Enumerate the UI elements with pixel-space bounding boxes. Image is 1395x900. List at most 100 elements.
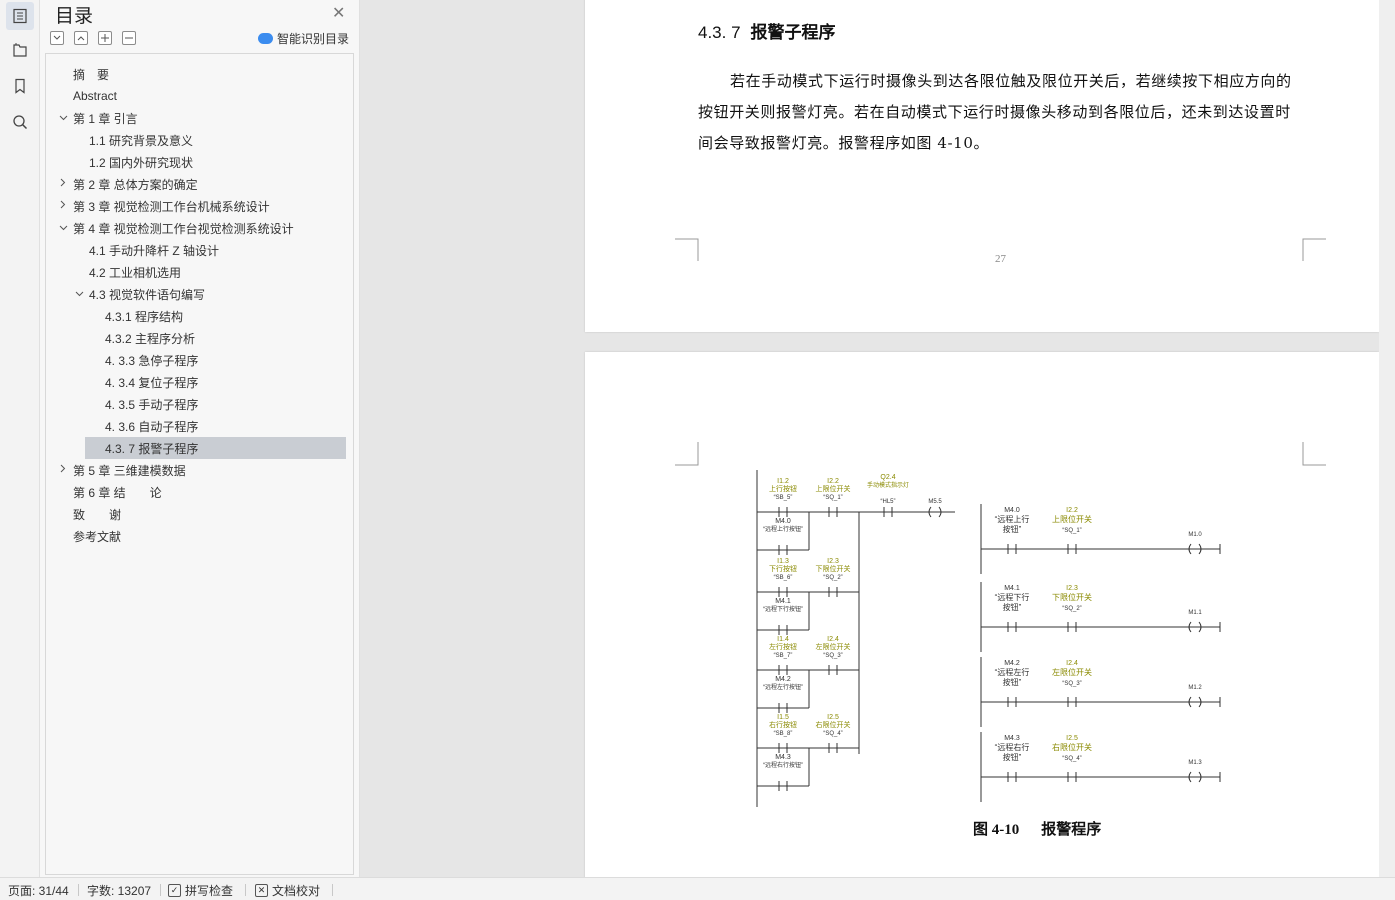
- outline-icon[interactable]: [6, 36, 34, 64]
- toc-item[interactable]: 4. 3.6 自动子程序: [105, 415, 198, 437]
- toc-item[interactable]: 4.2 工业相机选用: [89, 261, 181, 283]
- check-icon: ✓: [168, 884, 181, 897]
- toc-panel: 目录 ✕ 智能识别目录 摘 要 Abstract 第 1 章 引言 1.1 研究背景及…: [40, 0, 360, 877]
- toc-item[interactable]: 第 5 章 三维建模数据: [60, 459, 186, 481]
- ladder-label: 左限位开关: [1052, 667, 1092, 677]
- toc-item[interactable]: 4.3.2 主程序分析: [105, 327, 195, 349]
- toc-item[interactable]: 4. 3.4 复位子程序: [105, 371, 198, 393]
- expand-up-icon[interactable]: [74, 31, 88, 45]
- toc-item-label: 第 2 章 总体方案的确定: [73, 177, 198, 192]
- ladder-label: I2.5: [1066, 735, 1078, 742]
- smart-toc-label: 智能识别目录: [277, 32, 350, 46]
- ladder-label: 右限位开关: [816, 720, 851, 729]
- toc-toolbar: [50, 31, 136, 45]
- toc-icon[interactable]: [6, 2, 34, 30]
- figure-label: 图 4-10: [973, 822, 1020, 838]
- page-27: 4.3. 7 报警子程序 若在手动模式下运行时摄像头到达各限位触及限位开关后，若继…: [585, 0, 1379, 332]
- ladder-label: “SQ_4”: [1062, 756, 1081, 762]
- toc-item[interactable]: 参考文献: [73, 525, 121, 547]
- proofread-label: 文档校对: [272, 884, 321, 898]
- heading-number: 4.3. 7: [698, 23, 741, 42]
- toc-item[interactable]: 第 4 章 视觉检测工作台视觉检测系统设计: [59, 217, 294, 239]
- toc-item[interactable]: 第 2 章 总体方案的确定: [60, 173, 198, 195]
- chevron-down-icon[interactable]: [57, 112, 69, 124]
- toc-item-label: 1.2 国内外研究现状: [89, 155, 194, 170]
- ladder-label: “远程上行: [995, 514, 1030, 524]
- heading-title: 报警子程序: [750, 23, 836, 42]
- close-icon[interactable]: ✕: [332, 3, 345, 22]
- toc-item-label: 摘 要: [73, 67, 110, 82]
- cloud-icon: [258, 33, 273, 44]
- toc-item[interactable]: 致 谢: [73, 503, 121, 525]
- page-28: I1.2 上行按钮 “SB_5” I2.2 上限位开关 “SQ_1” M4.0 “远程上行按钮…: [585, 352, 1379, 877]
- figure-title: 报警程序: [1041, 822, 1102, 838]
- bookmark-icon[interactable]: [6, 72, 34, 100]
- search-icon[interactable]: [6, 108, 34, 136]
- ladder-label: 上限位开关: [1052, 514, 1092, 524]
- toc-item-label: 第 4 章 视觉检测工作台视觉检测系统设计: [73, 221, 294, 236]
- toc-item[interactable]: 4.3. 7 报警子程序: [85, 437, 346, 459]
- spell-check-button[interactable]: ✓ 拼写检查: [168, 882, 233, 899]
- ladder-label: “SQ_3”: [1062, 681, 1081, 687]
- ladder-label: 左行按钮: [769, 642, 797, 651]
- toc-item-label: 4.3 视觉软件语句编写: [89, 287, 206, 302]
- ladder-label: “远程右行: [995, 742, 1030, 752]
- toc-item[interactable]: 第 3 章 视觉检测工作台机械系统设计: [60, 195, 270, 217]
- collapse-all-icon[interactable]: [50, 31, 64, 45]
- remove-item-icon[interactable]: [122, 31, 136, 45]
- ladder-label: I1.2: [777, 478, 789, 485]
- ladder-label: 下行按钮: [769, 564, 797, 573]
- ladder-label: “SQ_1”: [1062, 528, 1081, 534]
- document-area[interactable]: 4.3. 7 报警子程序 若在手动模式下运行时摄像头到达各限位触及限位开关后，若继…: [361, 0, 1395, 877]
- page-indicator[interactable]: 页面: 31/44: [8, 882, 69, 899]
- ladder-label: “SB_7”: [774, 653, 793, 659]
- ladder-label: 上行按钮: [769, 484, 797, 493]
- toc-item[interactable]: 4. 3.5 手动子程序: [105, 393, 198, 415]
- ladder-label: M1.3: [1188, 760, 1202, 766]
- toc-item[interactable]: 1.1 研究背景及意义: [89, 129, 193, 151]
- spell-check-label: 拼写检查: [185, 884, 234, 898]
- toc-item-label: 第 1 章 引言: [73, 111, 138, 126]
- ladder-label: 右限位开关: [1052, 742, 1092, 752]
- toc-item[interactable]: 1.2 国内外研究现状: [89, 151, 193, 173]
- chevron-right-icon[interactable]: [57, 200, 69, 212]
- toc-item-label: 4. 3.3 急停子程序: [105, 353, 199, 368]
- toc-item-label: 第 3 章 视觉检测工作台机械系统设计: [73, 199, 270, 214]
- ladder-label: M4.2: [775, 676, 791, 683]
- ladder-label: “远程下行: [995, 592, 1030, 602]
- toc-item[interactable]: 4.3 视觉软件语句编写: [75, 283, 206, 305]
- ladder-label: M4.1: [775, 598, 791, 605]
- toc-item-label: 致 谢: [73, 507, 122, 522]
- divider: [160, 884, 161, 896]
- ladder-label: M4.2: [1004, 660, 1020, 667]
- ladder-label: 手动模式指示灯: [867, 481, 909, 489]
- section-heading: 4.3. 7 报警子程序: [698, 18, 836, 43]
- ladder-label: M1.1: [1188, 610, 1202, 616]
- ladder-label: “SQ_1”: [823, 495, 842, 501]
- toc-item[interactable]: 4.3.1 程序结构: [105, 305, 183, 327]
- chevron-down-icon[interactable]: [57, 222, 69, 234]
- chevron-right-icon[interactable]: [57, 464, 69, 476]
- word-count[interactable]: 字数: 13207: [87, 882, 151, 899]
- toc-item-label: Abstract: [73, 89, 118, 103]
- add-item-icon[interactable]: [98, 31, 112, 45]
- toc-item[interactable]: Abstract: [73, 85, 117, 107]
- toc-item[interactable]: 4.1 手动升降杆 Z 轴设计: [89, 239, 219, 261]
- left-rail: [0, 0, 40, 877]
- toc-item-label: 4. 3.4 复位子程序: [105, 375, 199, 390]
- smart-toc-button[interactable]: 智能识别目录: [258, 30, 349, 47]
- ladder-label: “远程上行按钮”: [763, 525, 803, 533]
- ladder-label: I2.2: [1066, 507, 1078, 514]
- toc-item[interactable]: 4. 3.3 急停子程序: [105, 349, 198, 371]
- proofread-button[interactable]: ✕ 文档校对: [255, 882, 320, 899]
- toc-item[interactable]: 第 6 章 结 论: [73, 481, 162, 503]
- toc-item[interactable]: 摘 要: [73, 63, 109, 85]
- toc-item-label: 第 6 章 结 论: [73, 485, 162, 500]
- divider: [332, 884, 333, 896]
- chevron-right-icon[interactable]: [57, 178, 69, 190]
- vertical-scrollbar[interactable]: [1379, 0, 1395, 877]
- toc-item[interactable]: 第 1 章 引言: [59, 107, 138, 129]
- chevron-down-icon[interactable]: [73, 288, 85, 300]
- ladder-label: M5.5: [928, 499, 942, 505]
- divider: [245, 884, 246, 896]
